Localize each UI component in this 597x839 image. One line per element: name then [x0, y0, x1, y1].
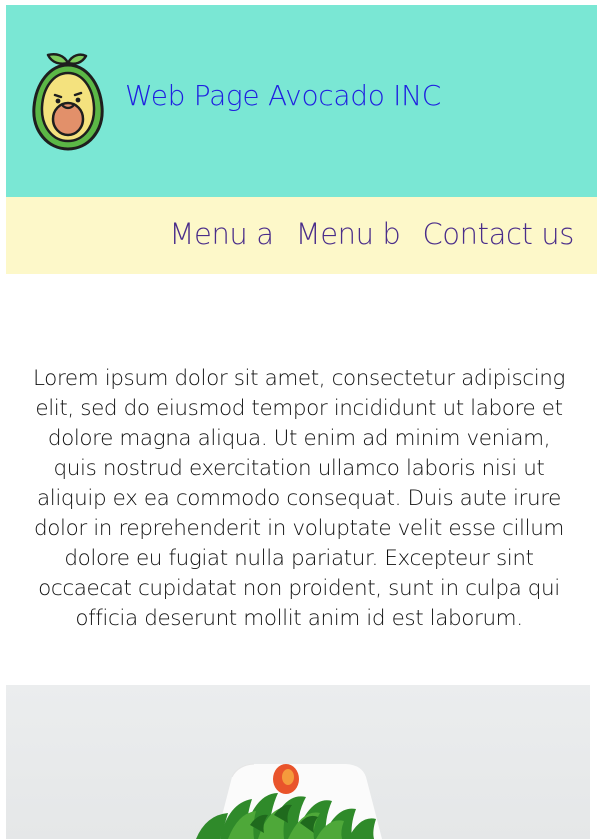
- nav-menu: Menu a Menu b Contact us: [169, 217, 574, 251]
- hero-image: [6, 685, 590, 839]
- page: Web Page Avocado INC Menu a Menu b Conta…: [0, 0, 597, 839]
- avocado-mascot-icon: [32, 53, 104, 151]
- site-header: Web Page Avocado INC: [6, 5, 597, 197]
- nav-item-contact-us[interactable]: Contact us: [422, 217, 574, 251]
- main-nav: Menu a Menu b Contact us: [6, 197, 597, 274]
- intro-paragraph: Lorem ipsum dolor sit amet, consectetur …: [32, 365, 566, 631]
- salad-bowl-photo: [196, 763, 382, 839]
- nav-item-menu-b[interactable]: Menu b: [296, 217, 401, 251]
- site-title: Web Page Avocado INC: [125, 79, 441, 112]
- nav-item-menu-a[interactable]: Menu a: [169, 217, 274, 251]
